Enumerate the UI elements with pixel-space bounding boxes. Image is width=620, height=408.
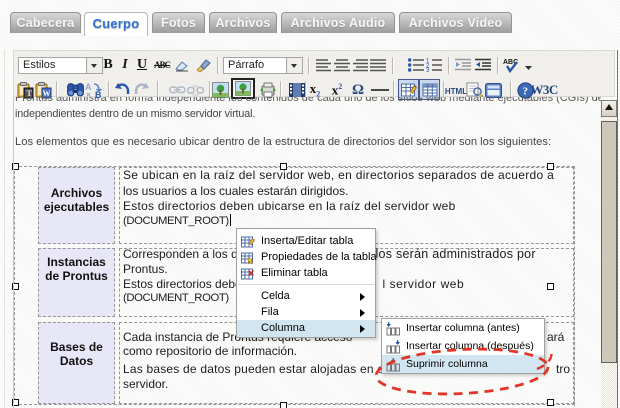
svg-text:?: ? bbox=[522, 85, 528, 97]
svg-text:T: T bbox=[26, 89, 32, 98]
svg-text:W: W bbox=[42, 89, 50, 98]
svg-text:3: 3 bbox=[426, 68, 430, 72]
svg-text:A: A bbox=[85, 82, 92, 92]
